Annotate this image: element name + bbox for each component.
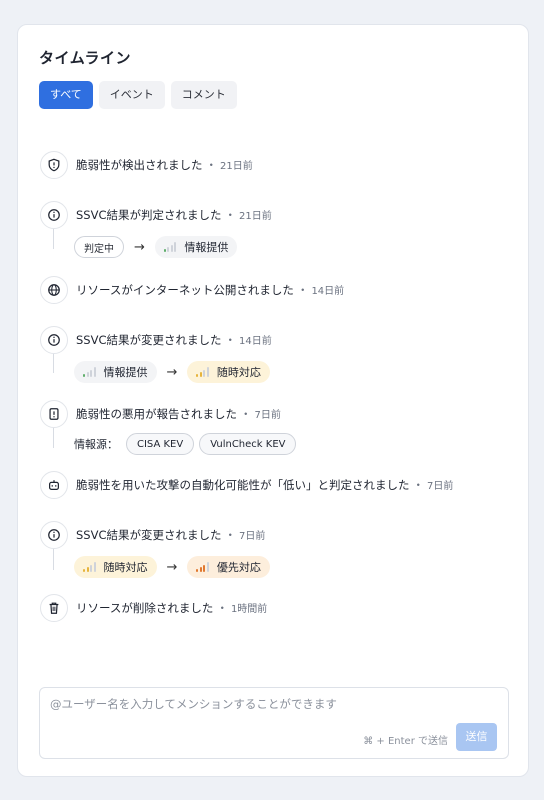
ssvc-label: 優先対応 bbox=[216, 561, 261, 574]
event-time: 21日前 bbox=[220, 161, 253, 172]
event-time: 1時間前 bbox=[230, 604, 268, 615]
timeline-card: タイムライン すべて イベント コメント 脆弱性が検出されました・ 21日前 S… bbox=[17, 24, 529, 777]
separator: ・ bbox=[412, 478, 425, 492]
comment-input[interactable] bbox=[50, 696, 490, 718]
sources-label: 情報源： bbox=[74, 438, 118, 451]
tab-bar: すべて イベント コメント bbox=[39, 81, 237, 109]
exploit-sources: 情報源： CISA KEV VulnCheck KEV bbox=[74, 431, 510, 457]
event-time: 7日前 bbox=[427, 481, 454, 492]
event-message: リソースがインターネット公開されました bbox=[76, 283, 294, 297]
event-text: SSVC結果が変更されました・ 14日前 bbox=[76, 332, 272, 348]
arrow-right-icon: → bbox=[134, 239, 145, 255]
arrow-right-icon: → bbox=[166, 364, 178, 380]
ssvc-label: 情報提供 bbox=[184, 241, 229, 254]
ssvc-attend-badge: 随時対応 bbox=[187, 361, 270, 383]
timeline-event: SSVC結果が変更されました・ 7日前 随時対応 → 優先対応 bbox=[40, 520, 510, 580]
event-message: 脆弱性を用いた攻撃の自動化可能性が「低い」と判定されました bbox=[76, 478, 410, 492]
event-time: 14日前 bbox=[311, 286, 345, 297]
ssvc-change: 随時対応 → 優先対応 bbox=[74, 554, 510, 580]
event-text: リソースがインターネット公開されました・ 14日前 bbox=[76, 282, 344, 298]
event-message: SSVC結果が変更されました bbox=[76, 528, 222, 542]
separator: ・ bbox=[224, 333, 237, 347]
event-time: 7日前 bbox=[254, 410, 281, 421]
signal-bars-icon bbox=[163, 242, 177, 252]
globe-icon bbox=[40, 276, 68, 304]
signal-bars-icon bbox=[196, 367, 209, 377]
info-icon bbox=[40, 201, 68, 229]
event-text: SSVC結果が判定されました・ 21日前 bbox=[76, 207, 272, 223]
timeline-event: 脆弱性の悪用が報告されました・ 7日前 情報源： CISA KEV VulnChe… bbox=[40, 399, 510, 457]
ssvc-track-badge: 情報提供 bbox=[74, 361, 157, 383]
signal-bars-icon bbox=[83, 367, 96, 377]
send-button[interactable]: 送信 bbox=[456, 723, 497, 751]
separator: ・ bbox=[224, 208, 237, 222]
timeline-event: SSVC結果が判定されました・ 21日前 判定中 → 情報提供 bbox=[40, 200, 510, 260]
robot-icon bbox=[40, 471, 68, 499]
event-text: リソースが削除されました・ 1時間前 bbox=[76, 600, 267, 616]
event-message: リソースが削除されました bbox=[76, 601, 214, 615]
tab-comments[interactable]: コメント bbox=[170, 81, 237, 109]
ssvc-label: 随時対応 bbox=[216, 366, 261, 379]
separator: ・ bbox=[205, 158, 218, 172]
separator: ・ bbox=[224, 528, 237, 542]
ssvc-pending-badge: 判定中 bbox=[74, 236, 124, 258]
event-message: SSVC結果が判定されました bbox=[76, 208, 222, 222]
send-shortcut-hint: ⌘ + Enter で送信 bbox=[363, 736, 448, 747]
timeline-event: リソースがインターネット公開されました・ 14日前 bbox=[40, 275, 510, 305]
ssvc-act-badge: 優先対応 bbox=[187, 556, 270, 578]
ssvc-change: 情報提供 → 随時対応 bbox=[74, 359, 510, 385]
shield-icon bbox=[40, 151, 68, 179]
event-time: 14日前 bbox=[239, 336, 272, 347]
timeline-event: 脆弱性が検出されました・ 21日前 bbox=[40, 150, 510, 180]
timeline-event: リソースが削除されました・ 1時間前 bbox=[40, 593, 510, 623]
event-text: 脆弱性を用いた攻撃の自動化可能性が「低い」と判定されました・ 7日前 bbox=[76, 477, 453, 493]
ssvc-label: 情報提供 bbox=[103, 366, 148, 379]
ssvc-change: 判定中 → 情報提供 bbox=[74, 234, 510, 260]
report-icon bbox=[40, 400, 68, 428]
source-badge: VulnCheck KEV bbox=[199, 433, 297, 455]
ssvc-track-badge: 情報提供 bbox=[154, 236, 238, 258]
ssvc-attend-badge: 随時対応 bbox=[74, 556, 157, 578]
timeline-event: SSVC結果が変更されました・ 14日前 情報提供 → 随時対応 bbox=[40, 325, 510, 385]
timeline-event: 脆弱性を用いた攻撃の自動化可能性が「低い」と判定されました・ 7日前 bbox=[40, 470, 510, 500]
trash-icon bbox=[40, 594, 68, 622]
separator: ・ bbox=[216, 601, 228, 615]
signal-bars-icon bbox=[196, 562, 209, 572]
separator: ・ bbox=[240, 407, 252, 421]
source-badge: CISA KEV bbox=[126, 433, 195, 455]
info-icon bbox=[40, 521, 68, 549]
tab-all[interactable]: すべて bbox=[39, 81, 93, 109]
event-text: 脆弱性が検出されました・ 21日前 bbox=[76, 157, 253, 173]
info-icon bbox=[40, 326, 68, 354]
event-message: SSVC結果が変更されました bbox=[76, 333, 222, 347]
separator: ・ bbox=[296, 283, 309, 297]
event-time: 7日前 bbox=[239, 531, 266, 542]
event-time: 21日前 bbox=[239, 211, 272, 222]
comment-composer: ⌘ + Enter で送信 送信 bbox=[39, 687, 509, 759]
event-message: 脆弱性の悪用が報告されました bbox=[76, 407, 237, 421]
event-text: SSVC結果が変更されました・ 7日前 bbox=[76, 527, 265, 543]
signal-bars-icon bbox=[83, 562, 96, 572]
ssvc-label: 随時対応 bbox=[103, 561, 148, 574]
event-text: 脆弱性の悪用が報告されました・ 7日前 bbox=[76, 406, 281, 422]
event-message: 脆弱性が検出されました bbox=[76, 158, 203, 172]
tab-events[interactable]: イベント bbox=[98, 81, 165, 109]
timeline: 脆弱性が検出されました・ 21日前 SSVC結果が判定されました・ 21日前 判定中… bbox=[40, 125, 510, 622]
page-title: タイムライン bbox=[39, 49, 131, 67]
arrow-right-icon: → bbox=[166, 559, 178, 575]
